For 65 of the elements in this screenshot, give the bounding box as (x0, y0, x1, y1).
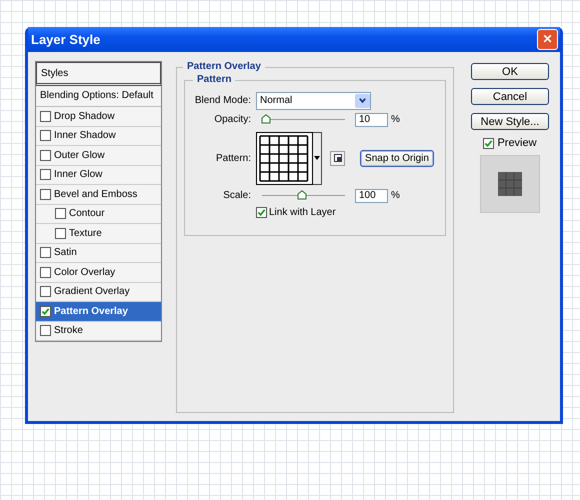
chevron-icon (355, 94, 370, 108)
checkbox[interactable] (40, 150, 51, 161)
list-header: Styles (36, 62, 161, 86)
style-list-item[interactable]: Contour (36, 204, 161, 224)
dialog-button[interactable]: Cancel (471, 88, 549, 105)
style-list-item[interactable]: Inner Shadow (36, 126, 161, 146)
group-title: Pattern (193, 74, 236, 85)
style-list-item[interactable]: Color Overlay (36, 263, 161, 282)
pattern-swatch[interactable] (256, 132, 313, 184)
checkbox-label: Preview (497, 137, 537, 149)
item-label: Inner Glow (54, 169, 102, 180)
value-field[interactable]: 100 (355, 188, 388, 202)
item-label: Color Overlay (54, 266, 116, 278)
close-button[interactable]: ✕ (537, 29, 558, 50)
checkbox[interactable] (40, 169, 51, 180)
style-list-item[interactable]: Stroke (36, 322, 161, 341)
style-list-item[interactable]: Drop Shadow (36, 107, 161, 126)
checkbox[interactable] (40, 130, 51, 142)
style-list-item[interactable]: Satin (36, 244, 161, 263)
item-label: Bevel and Emboss (54, 188, 138, 200)
window-title: Layer Style (31, 32, 100, 47)
style-list-item[interactable]: Outer Glow (36, 146, 161, 166)
item-label: Outer Glow (54, 150, 105, 161)
dropdown-arrow-icon[interactable] (313, 132, 322, 184)
checkbox[interactable] (55, 208, 66, 220)
dialog-button[interactable]: New Style... (471, 113, 549, 130)
snap-to-origin-button[interactable]: Snap to Origin (360, 150, 434, 166)
checkbox[interactable] (40, 286, 51, 298)
checkbox[interactable] (40, 110, 51, 122)
new-pattern-icon[interactable] (330, 150, 345, 166)
style-list-item[interactable]: Pattern Overlay (36, 302, 161, 322)
field-label: Opacity: (213, 114, 251, 125)
item-label: Satin (54, 247, 77, 258)
item-label: Stroke (54, 325, 83, 336)
slider-thumb[interactable] (296, 190, 307, 200)
preview-thumbnail (480, 155, 540, 213)
checkbox[interactable] (40, 266, 51, 278)
item-label: Drop Shadow (54, 110, 115, 122)
item-label: Pattern Overlay (54, 306, 128, 317)
slider-thumb[interactable] (261, 114, 272, 124)
field-label: Scale: (222, 190, 251, 201)
checkbox-label: Link with Layer (269, 206, 336, 218)
section-title: Pattern Overlay (183, 61, 265, 72)
checkbox[interactable] (40, 306, 51, 317)
list-item[interactable]: Blending Options: Default (36, 86, 161, 107)
item-label: Gradient Overlay (54, 286, 130, 298)
checkbox[interactable] (55, 228, 66, 239)
field-label: Pattern: (214, 152, 251, 164)
checkbox[interactable] (256, 206, 267, 218)
field-label: Blend Mode: (194, 95, 251, 106)
dialog-button[interactable]: OK (471, 63, 549, 80)
unit-label: % (391, 190, 400, 201)
item-label: Contour (69, 208, 105, 220)
checkbox[interactable] (40, 325, 51, 336)
style-list-item[interactable]: Texture (36, 224, 161, 244)
style-list-item[interactable]: Inner Glow (36, 166, 161, 185)
unit-label: % (391, 114, 400, 125)
checkbox[interactable] (40, 188, 51, 200)
checkbox[interactable] (483, 138, 494, 148)
item-label: Inner Shadow (54, 130, 116, 142)
checkbox[interactable] (40, 247, 51, 258)
value-field[interactable]: 10 (355, 112, 388, 126)
item-label: Texture (69, 228, 102, 239)
blend-mode-dropdown[interactable]: Normal (256, 92, 371, 110)
style-list-item[interactable]: Bevel and Emboss (36, 185, 161, 204)
